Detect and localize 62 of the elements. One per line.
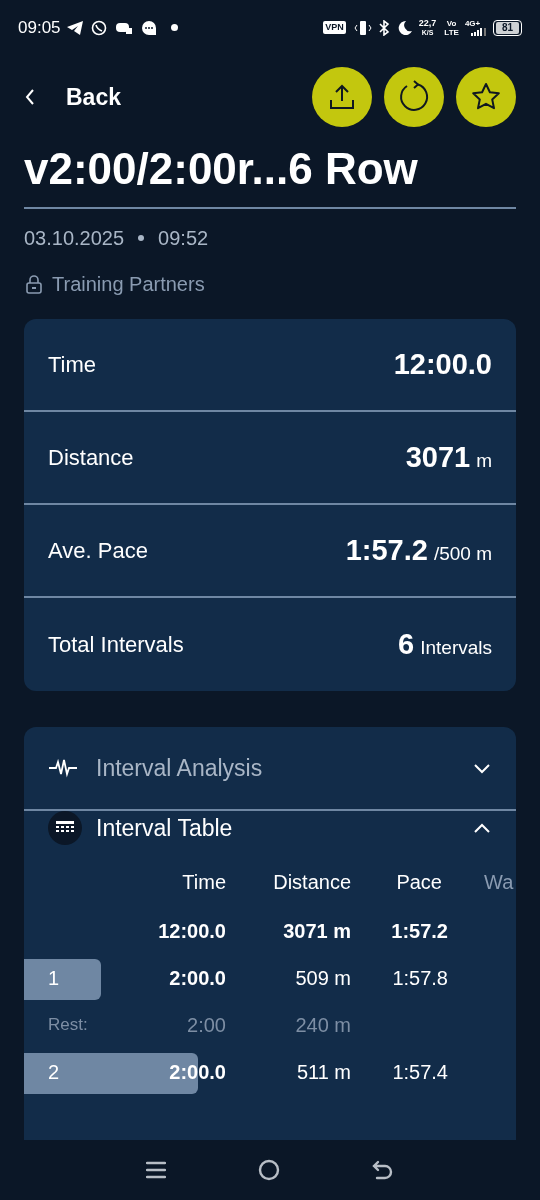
clock: 09:05 xyxy=(18,16,61,39)
stat-unit: /500 m xyxy=(433,541,492,566)
stat-value: 12:00.0 xyxy=(393,346,492,382)
workout-title: v2:00/2:00r...6 Row xyxy=(24,143,419,195)
stat-value: 3071 xyxy=(405,439,471,475)
workout-time: 09:52 xyxy=(158,226,209,251)
table-cell-text: 509 m xyxy=(294,966,351,991)
lock-icon xyxy=(24,274,44,294)
workout-date: 03.10.2025 xyxy=(24,226,125,251)
stat-label: Total Intervals xyxy=(48,631,184,659)
table-cell-text: 1:57.2 xyxy=(390,919,448,944)
volte-label: LTE xyxy=(444,27,459,37)
whatsapp-icon xyxy=(90,19,107,36)
battery-level: 81 xyxy=(495,21,519,34)
chevron-left-icon xyxy=(24,88,36,106)
upload-icon xyxy=(327,82,357,112)
section-header[interactable]: Interval Table xyxy=(24,811,516,846)
telegram-icon xyxy=(66,20,83,35)
table-cell-text: 2:00 xyxy=(186,1013,226,1038)
chat-icon xyxy=(140,19,157,36)
bluetooth-icon xyxy=(377,19,390,36)
column-header: Time xyxy=(181,869,226,895)
waveform-icon xyxy=(48,758,78,778)
table-cell-text: 2:00.0 xyxy=(168,966,226,991)
table-icon xyxy=(48,811,82,846)
refresh-icon xyxy=(397,80,431,114)
table-cell-text: 12:00.0 xyxy=(157,919,226,944)
moon-icon xyxy=(397,20,412,35)
vibrate-icon xyxy=(353,19,372,36)
speed-value: 22,7 xyxy=(418,18,437,28)
rest-label: Rest: xyxy=(48,1014,88,1037)
stat-unit: Intervals xyxy=(420,635,492,660)
back-button[interactable]: Back xyxy=(24,79,121,115)
table-cell-text: 3071 m xyxy=(282,919,351,944)
volte-label: Vo xyxy=(446,18,457,28)
table-cell-text: 1:57.8 xyxy=(391,966,448,991)
visibility-label: Training Partners xyxy=(52,272,205,297)
section-title: Interval Analysis xyxy=(96,753,263,783)
home-icon[interactable] xyxy=(258,1159,280,1181)
menu-icon[interactable] xyxy=(146,1161,166,1179)
column-header: Pace xyxy=(395,869,443,895)
table-cell-text: 1:57.4 xyxy=(391,1060,448,1085)
vpn-badge: VPN xyxy=(323,20,346,35)
back-icon[interactable] xyxy=(372,1159,394,1181)
interval-number: 1 xyxy=(48,966,60,991)
share-button[interactable] xyxy=(312,67,372,127)
table-cell-text: 511 m xyxy=(295,1060,351,1085)
stat-label: Time xyxy=(48,351,97,379)
stat-unit: m xyxy=(476,448,492,473)
column-header: Distance xyxy=(272,869,351,895)
stat-label: Ave. Pace xyxy=(48,537,148,565)
section-header[interactable]: Interval Analysis xyxy=(24,727,516,811)
stat-label: Distance xyxy=(48,444,134,472)
stat-value: 1:57.2 xyxy=(345,532,428,568)
column-header: Wa xyxy=(483,869,515,895)
network-type: 4G+ xyxy=(464,19,481,28)
refresh-button[interactable] xyxy=(384,67,444,127)
favorite-button[interactable] xyxy=(456,67,516,127)
section-title: Interval Table xyxy=(96,814,233,843)
stat-value: 6 xyxy=(398,626,415,662)
interval-number: 2 xyxy=(48,1060,60,1085)
table-cell-text: 240 m xyxy=(294,1013,351,1038)
